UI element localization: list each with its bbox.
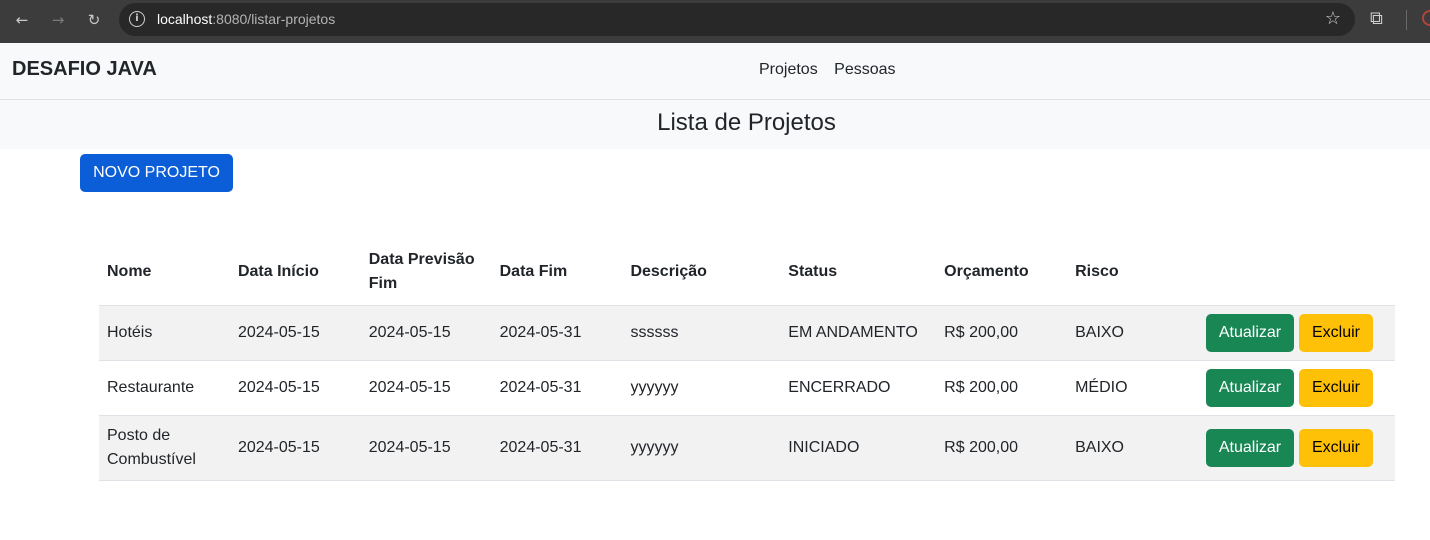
cell-nome: Restaurante bbox=[99, 360, 230, 416]
cell-status: EM ANDAMENTO bbox=[780, 305, 937, 361]
browser-toolbar: ← → ↻ i localhost:8080/listar-projetos ☆… bbox=[0, 0, 1430, 43]
delete-button[interactable]: Excluir bbox=[1299, 313, 1373, 352]
delete-button[interactable]: Excluir bbox=[1299, 428, 1373, 467]
projects-table: Nome Data Início Data Previsão Fim Data … bbox=[99, 240, 1395, 481]
delete-button[interactable]: Excluir bbox=[1299, 368, 1373, 407]
reload-icon[interactable]: ↻ bbox=[83, 9, 105, 31]
nav-link-projetos[interactable]: Projetos bbox=[759, 61, 818, 78]
col-nome: Nome bbox=[99, 240, 230, 306]
cell-risco: MÉDIO bbox=[1067, 360, 1198, 416]
cell-orcamento: R$ 200,00 bbox=[936, 360, 1068, 416]
cell-data-inicio: 2024-05-15 bbox=[229, 415, 361, 481]
update-button[interactable]: Atualizar bbox=[1206, 368, 1294, 407]
cell-status: ENCERRADO bbox=[780, 360, 937, 416]
nav-link-pessoas[interactable]: Pessoas bbox=[834, 61, 895, 78]
page-header: Lista de Projetos bbox=[0, 100, 1430, 149]
navbar-brand[interactable]: DESAFIO JAVA bbox=[12, 58, 157, 81]
site-info-icon[interactable]: i bbox=[129, 11, 145, 27]
cell-actions: Atualizar Excluir bbox=[1198, 360, 1395, 416]
table-row: Hotéis 2024-05-15 2024-05-15 2024-05-31 … bbox=[99, 305, 1395, 361]
arrow-right-icon[interactable]: → bbox=[47, 9, 69, 31]
cell-data-previsao-fim: 2024-05-15 bbox=[360, 305, 492, 361]
update-button[interactable]: Atualizar bbox=[1206, 313, 1294, 352]
cell-data-fim: 2024-05-31 bbox=[491, 305, 623, 361]
navbar: DESAFIO JAVA Projetos Pessoas bbox=[0, 43, 1430, 100]
cell-data-inicio: 2024-05-15 bbox=[229, 360, 361, 416]
table-row: Restaurante 2024-05-15 2024-05-15 2024-0… bbox=[99, 360, 1395, 416]
cell-status: INICIADO bbox=[780, 415, 937, 481]
cell-descricao: yyyyyy bbox=[622, 415, 781, 481]
toolbar-divider bbox=[1406, 10, 1407, 30]
arrow-left-icon[interactable]: ← bbox=[11, 9, 33, 31]
new-project-button[interactable]: NOVO PROJETO bbox=[80, 154, 233, 192]
cell-risco: BAIXO bbox=[1067, 415, 1198, 481]
cell-actions: Atualizar Excluir bbox=[1198, 305, 1395, 361]
table-row: Posto de Combustível 2024-05-15 2024-05-… bbox=[99, 415, 1395, 481]
cell-orcamento: R$ 200,00 bbox=[936, 415, 1068, 481]
cell-nome: Hotéis bbox=[99, 305, 230, 361]
col-status: Status bbox=[780, 240, 937, 306]
url-path: :8080/listar-projetos bbox=[212, 11, 336, 27]
cell-data-inicio: 2024-05-15 bbox=[229, 305, 361, 361]
cell-data-fim: 2024-05-31 bbox=[491, 360, 623, 416]
profile-icon[interactable] bbox=[1422, 10, 1430, 26]
nav-links: Projetos Pessoas bbox=[759, 61, 908, 79]
cell-data-previsao-fim: 2024-05-15 bbox=[360, 415, 492, 481]
cell-orcamento: R$ 200,00 bbox=[936, 305, 1068, 361]
col-risco: Risco bbox=[1067, 240, 1198, 306]
puzzle-icon[interactable]: ⧉ bbox=[1370, 8, 1383, 29]
col-orcamento: Orçamento bbox=[936, 240, 1068, 306]
page-title: Lista de Projetos bbox=[657, 109, 836, 136]
url-text[interactable]: localhost:8080/listar-projetos bbox=[157, 11, 335, 27]
col-data-previsao-fim: Data Previsão Fim bbox=[360, 240, 492, 306]
update-button[interactable]: Atualizar bbox=[1206, 428, 1294, 467]
cell-actions: Atualizar Excluir bbox=[1198, 415, 1395, 481]
col-acoes bbox=[1198, 240, 1395, 306]
cell-data-previsao-fim: 2024-05-15 bbox=[360, 360, 492, 416]
star-icon[interactable]: ☆ bbox=[1325, 8, 1341, 29]
col-data-inicio: Data Início bbox=[229, 240, 361, 306]
col-descricao: Descrição bbox=[622, 240, 781, 306]
cell-risco: BAIXO bbox=[1067, 305, 1198, 361]
cell-descricao: yyyyyy bbox=[622, 360, 781, 416]
col-data-fim: Data Fim bbox=[491, 240, 623, 306]
table-header-row: Nome Data Início Data Previsão Fim Data … bbox=[99, 240, 1395, 306]
url-host: localhost bbox=[157, 11, 213, 27]
cell-data-fim: 2024-05-31 bbox=[491, 415, 623, 481]
address-bar[interactable]: i localhost:8080/listar-projetos ☆ bbox=[119, 3, 1355, 36]
cell-descricao: ssssss bbox=[622, 305, 781, 361]
cell-nome: Posto de Combustível bbox=[99, 415, 230, 481]
